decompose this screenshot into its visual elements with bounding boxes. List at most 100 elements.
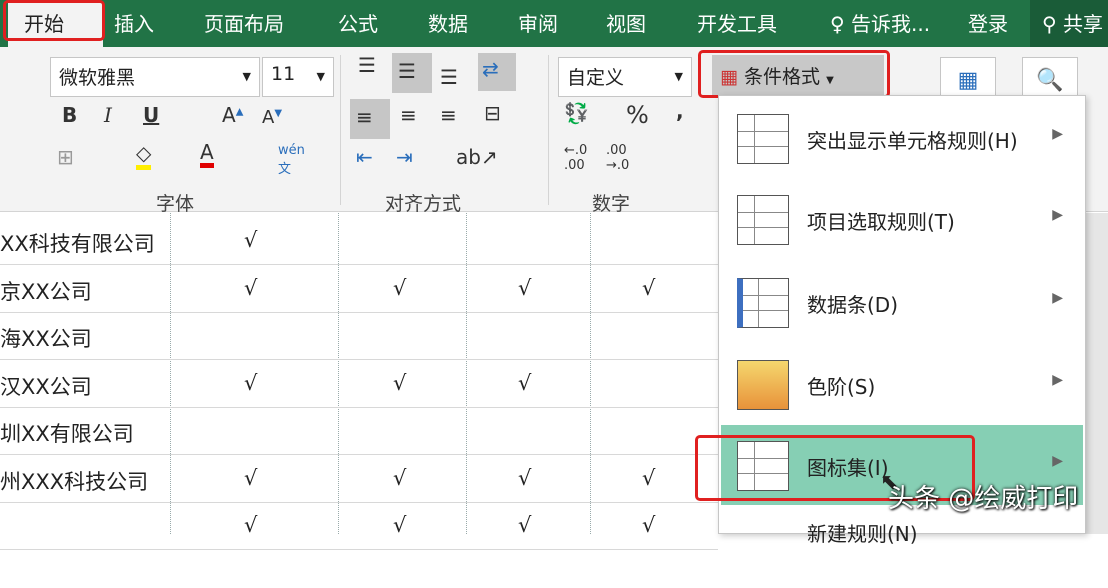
orientation-icon[interactable]: ab↗ bbox=[456, 145, 498, 169]
check-cell[interactable]: √ bbox=[393, 513, 406, 537]
align-center-icon[interactable]: ≡ bbox=[400, 103, 417, 127]
company-name-cell[interactable]: 汉XX公司 bbox=[0, 371, 92, 401]
check-cell[interactable]: √ bbox=[393, 466, 406, 490]
color-scales-icon bbox=[737, 360, 789, 410]
align-top-icon[interactable]: ☰ bbox=[358, 53, 376, 77]
menu-item-label: 突出显示单元格规则(H) bbox=[807, 129, 1018, 153]
chevron-down-icon: ▼ bbox=[674, 70, 683, 83]
company-name-cell[interactable]: 圳XX有限公司 bbox=[0, 418, 134, 448]
chevron-right-icon: ▶ bbox=[1052, 290, 1063, 306]
font-size-select[interactable]: 11 ▼ bbox=[262, 57, 334, 97]
check-cell[interactable]: √ bbox=[244, 276, 257, 300]
bold-icon[interactable]: B bbox=[62, 103, 77, 127]
tab-review[interactable]: 审阅 bbox=[518, 8, 558, 37]
increase-decimal-icon[interactable]: ←.0.00 bbox=[564, 143, 587, 173]
annotation-box-conditional-format bbox=[698, 50, 890, 98]
menu-item-top-bottom-rules[interactable]: 项目选取规则(T) ▶ bbox=[721, 179, 1083, 259]
tell-me-label: 告诉我... bbox=[851, 12, 931, 36]
check-cell[interactable]: √ bbox=[642, 513, 655, 537]
check-cell[interactable]: √ bbox=[244, 371, 257, 395]
increase-font-icon[interactable]: A▲ bbox=[222, 103, 243, 127]
align-right-icon[interactable]: ≡ bbox=[440, 103, 457, 127]
watermark: 头条 @绘威打印 bbox=[888, 484, 1079, 514]
company-name-cell[interactable]: 京XX公司 bbox=[0, 276, 92, 306]
align-bottom-icon[interactable]: ☰ bbox=[440, 65, 458, 89]
number-format-select[interactable]: 自定义 ▼ bbox=[558, 57, 692, 97]
merge-center-icon[interactable]: ⊟ bbox=[484, 101, 501, 125]
divider bbox=[340, 55, 341, 205]
decrease-font-icon[interactable]: A▼ bbox=[262, 107, 282, 128]
border-icon[interactable]: ⊞ bbox=[57, 145, 74, 169]
tab-page-layout[interactable]: 页面布局 bbox=[204, 8, 284, 37]
menu-item-label: 数据条(D) bbox=[807, 293, 899, 317]
check-cell[interactable]: √ bbox=[518, 276, 531, 300]
tab-formulas[interactable]: 公式 bbox=[338, 8, 378, 37]
check-cell[interactable]: √ bbox=[393, 276, 406, 300]
number-group-label: 数字 bbox=[592, 193, 631, 215]
currency-icon[interactable]: 💱 bbox=[564, 101, 589, 125]
divider bbox=[548, 55, 549, 205]
menu-item-color-scales[interactable]: 色阶(S) ▶ bbox=[721, 344, 1083, 424]
tab-data[interactable]: 数据 bbox=[428, 8, 468, 37]
font-color-icon[interactable]: A bbox=[200, 141, 214, 168]
check-cell[interactable]: √ bbox=[642, 466, 655, 490]
tab-insert[interactable]: 插入 bbox=[114, 8, 154, 37]
check-cell[interactable]: √ bbox=[244, 513, 257, 537]
menu-item-new-rule[interactable]: 新建规则(N) bbox=[721, 508, 1083, 588]
comma-button[interactable]: , bbox=[676, 99, 684, 123]
highlight-rules-icon bbox=[737, 114, 789, 164]
table-row: 海XX公司 bbox=[0, 313, 718, 360]
check-cell[interactable]: √ bbox=[244, 228, 257, 252]
add-user-icon: ⚲ bbox=[1042, 12, 1057, 36]
ribbon-tabs: 开始 插入 页面布局 公式 数据 审阅 视图 开发工具 ♀ 告诉我... 登录 bbox=[0, 0, 1108, 47]
company-name-cell[interactable]: 海XX公司 bbox=[0, 323, 92, 353]
company-name-cell[interactable]: XX科技有限公司 bbox=[0, 228, 155, 258]
check-cell[interactable]: √ bbox=[642, 276, 655, 300]
phonetic-icon[interactable]: wén 文 bbox=[278, 143, 305, 177]
tab-developer[interactable]: 开发工具 bbox=[697, 8, 777, 37]
chevron-right-icon: ▶ bbox=[1052, 126, 1063, 142]
decrease-indent-icon[interactable]: ⇤ bbox=[356, 145, 373, 169]
italic-icon[interactable]: I bbox=[104, 103, 112, 127]
alignment-group-label: 对齐方式 bbox=[385, 193, 462, 215]
percent-button[interactable]: % bbox=[626, 101, 649, 129]
menu-item-label: 项目选取规则(T) bbox=[807, 210, 955, 234]
align-left-icon[interactable]: ≡ bbox=[350, 99, 390, 139]
wrap-text-icon[interactable]: ⇄ bbox=[478, 53, 516, 91]
annotation-box-home bbox=[3, 0, 105, 41]
check-cell[interactable]: √ bbox=[518, 466, 531, 490]
table-row: √ √ √ √ bbox=[0, 503, 718, 550]
chevron-down-icon: ▼ bbox=[242, 70, 251, 83]
check-cell[interactable]: √ bbox=[393, 371, 406, 395]
table-row: 汉XX公司 √ √ √ bbox=[0, 361, 718, 408]
check-cell[interactable]: √ bbox=[244, 466, 257, 490]
tab-view[interactable]: 视图 bbox=[606, 8, 646, 37]
fill-color-icon[interactable]: ◇ bbox=[136, 141, 152, 170]
align-middle-icon[interactable]: ☰ bbox=[392, 53, 432, 93]
data-bars-icon bbox=[737, 278, 789, 328]
top-bottom-icon bbox=[737, 195, 789, 245]
number-format-value: 自定义 bbox=[567, 67, 625, 89]
chevron-right-icon: ▶ bbox=[1052, 372, 1063, 388]
menu-item-highlight-rules[interactable]: 突出显示单元格规则(H) ▶ bbox=[721, 98, 1083, 178]
font-name-select[interactable]: 微软雅黑 ▼ bbox=[50, 57, 260, 97]
login-button[interactable]: 登录 bbox=[968, 8, 1008, 37]
increase-indent-icon[interactable]: ⇥ bbox=[396, 145, 413, 169]
company-name-cell[interactable]: 州XXX科技公司 bbox=[0, 466, 148, 496]
table-row: 圳XX有限公司 bbox=[0, 408, 718, 455]
grid-edge bbox=[1086, 213, 1108, 534]
font-size-value: 11 bbox=[271, 63, 296, 85]
underline-icon[interactable]: U bbox=[143, 103, 159, 127]
decrease-decimal-icon[interactable]: .00 →.0 bbox=[606, 143, 629, 173]
menu-item-data-bars[interactable]: 数据条(D) ▶ bbox=[721, 262, 1083, 342]
chevron-right-icon: ▶ bbox=[1052, 453, 1063, 469]
menu-item-label: 色阶(S) bbox=[807, 375, 876, 399]
menu-item-label: 新建规则(N) bbox=[807, 522, 918, 546]
chevron-right-icon: ▶ bbox=[1052, 207, 1063, 223]
tell-me-box[interactable]: ♀ 告诉我... bbox=[830, 8, 930, 37]
check-cell[interactable]: √ bbox=[518, 371, 531, 395]
check-cell[interactable]: √ bbox=[518, 513, 531, 537]
table-row: 京XX公司 √ √ √ √ bbox=[0, 266, 718, 313]
chevron-down-icon: ▼ bbox=[316, 70, 325, 83]
share-button[interactable]: ⚲ 共享 bbox=[1030, 0, 1108, 47]
